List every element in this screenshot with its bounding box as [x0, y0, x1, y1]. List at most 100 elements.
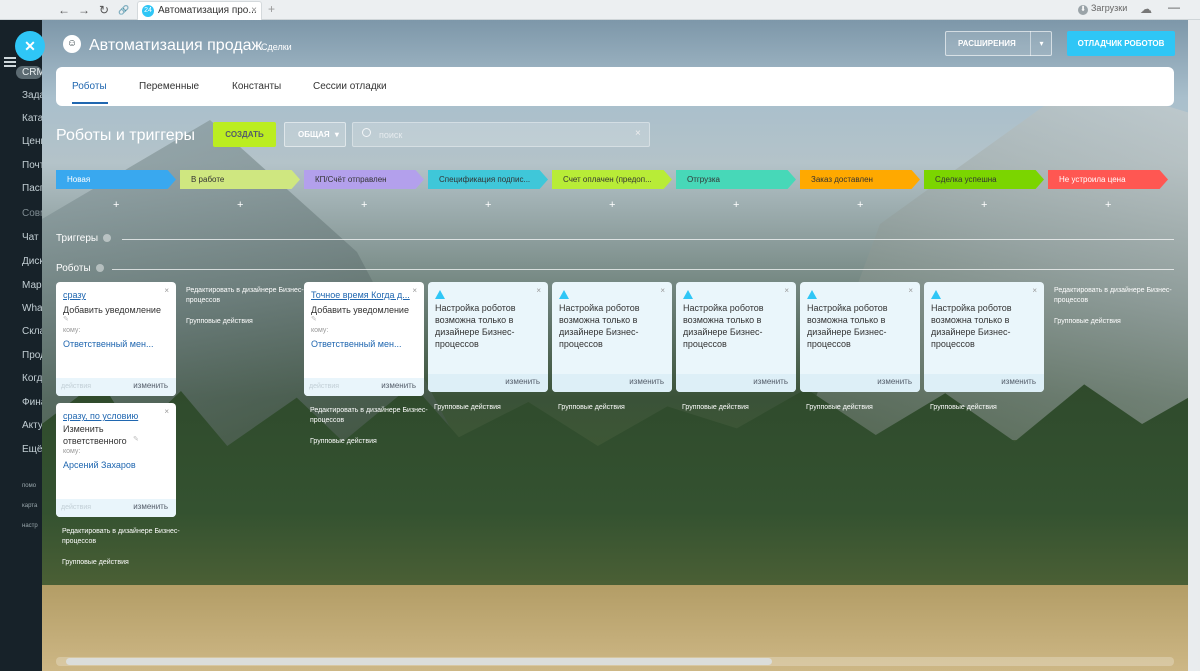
add-trigger-icon[interactable]: + [609, 199, 615, 211]
group-actions-link[interactable]: Групповые действия [1054, 317, 1174, 327]
stage-shipping: Отгрузка [676, 170, 796, 189]
robot-recipient[interactable]: Ответственный мен... [63, 339, 167, 349]
sidebar-item-tasks[interactable]: Зада [22, 90, 42, 101]
forward-icon[interactable]: → [76, 2, 92, 18]
edit-in-designer-link[interactable]: Редактировать в дизайнере Бизнес-процесс… [186, 286, 306, 306]
sidebar-item-chat[interactable]: Чат и [22, 232, 42, 243]
add-trigger-icon[interactable]: + [237, 199, 243, 211]
robot-recipient[interactable]: Арсений Захаров [63, 460, 167, 470]
robot-recipient[interactable]: Ответственный мен... [311, 339, 415, 349]
extensions-dropdown-icon[interactable]: ▾ [1030, 31, 1052, 56]
close-icon[interactable]: × [536, 286, 541, 295]
sidebar-item-disk[interactable]: Диск [22, 256, 42, 267]
sidebar-item-settings[interactable]: настр [22, 523, 42, 529]
sidebar-item-passport[interactable]: Пасп [22, 183, 42, 194]
robot-edit-link[interactable]: изменить [877, 377, 912, 386]
add-trigger-icon[interactable]: + [857, 199, 863, 211]
vertical-scrollbar[interactable] [1188, 20, 1200, 671]
menu-burger-icon[interactable] [4, 57, 16, 67]
search-input[interactable] [379, 127, 619, 142]
robot-actions-label: действия [309, 383, 340, 390]
edit-in-designer-link[interactable]: Редактировать в дизайнере Бизнес-процесс… [310, 406, 430, 426]
pencil-icon[interactable]: ✎ [133, 435, 139, 443]
group-actions-link[interactable]: Групповые действия [310, 437, 430, 447]
group-actions-link[interactable]: Групповые действия [62, 558, 182, 568]
horizontal-scrollbar[interactable] [56, 657, 1174, 666]
tab-close-icon[interactable]: × [251, 2, 257, 20]
tab-variables[interactable]: Переменные [139, 81, 199, 92]
sidebar-item-whatsapp[interactable]: Wha [22, 303, 42, 314]
robot-edit-link[interactable]: изменить [753, 377, 788, 386]
sidebar-item-map[interactable]: карта [22, 503, 42, 509]
tab-debug-sessions[interactable]: Сессии отладки [313, 81, 387, 92]
robot-condition-link[interactable]: сразу [63, 290, 167, 300]
tab-robots[interactable]: Роботы [72, 81, 107, 92]
cloud-icon[interactable]: ☁ [1140, 2, 1152, 16]
minimize-button[interactable]: — [1168, 0, 1180, 14]
downloads-button[interactable]: ⬇ Загрузки [1078, 3, 1127, 15]
sidebar-item-mail[interactable]: Почт [22, 160, 42, 171]
sidebar-item-crm[interactable]: CRM [16, 66, 42, 79]
link-icon[interactable]: 🔗 [116, 2, 132, 18]
close-icon[interactable]: × [784, 286, 789, 295]
robots-heading: Роботы [56, 263, 104, 274]
sidebar-item-warehouse[interactable]: Скла [22, 326, 42, 337]
pencil-icon[interactable]: ✎ [311, 315, 317, 323]
tab-constants[interactable]: Константы [232, 81, 281, 92]
robot-edit-link[interactable]: изменить [381, 381, 416, 390]
add-trigger-icon[interactable]: + [733, 199, 739, 211]
group-actions-link[interactable]: Групповые действия [558, 403, 678, 413]
help-icon[interactable] [103, 234, 112, 243]
create-button[interactable]: СОЗДАТЬ [213, 122, 276, 147]
robot-debugger-button[interactable]: ОТЛАДЧИК РОБОТОВ [1067, 31, 1175, 56]
sidebar-item-sales[interactable]: Прод [22, 350, 42, 361]
group-actions-link[interactable]: Групповые действия [930, 403, 1050, 413]
group-actions-link[interactable]: Групповые действия [682, 403, 802, 413]
browser-tab[interactable]: 24 Автоматизация про... × [137, 1, 262, 20]
robot-edit-link[interactable]: изменить [505, 377, 540, 386]
add-trigger-icon[interactable]: + [361, 199, 367, 211]
add-trigger-icon[interactable]: + [485, 199, 491, 211]
sidebar-item-help[interactable]: помо [22, 483, 42, 489]
sidebar-item-marketing[interactable]: Мар [22, 280, 42, 291]
add-trigger-icon[interactable]: + [113, 199, 119, 211]
edit-in-designer-link[interactable]: Редактировать в дизайнере Бизнес-процесс… [1054, 286, 1174, 306]
robot-condition-link[interactable]: сразу, по условию [63, 411, 167, 421]
close-slider-button[interactable]: ✕ [15, 31, 45, 61]
group-actions-link[interactable]: Групповые действия [806, 403, 926, 413]
close-icon[interactable]: × [1032, 286, 1037, 295]
close-icon[interactable]: × [660, 286, 665, 295]
sidebar-item-catalog[interactable]: Ката [22, 113, 42, 124]
sidebar-item-more[interactable]: Ещё [22, 444, 42, 455]
reload-icon[interactable]: ↻ [96, 2, 112, 18]
bitrix24-favicon-icon: 24 [142, 5, 154, 17]
sidebar-item-joint[interactable]: Совм [22, 208, 42, 219]
clear-search-icon[interactable]: × [635, 128, 641, 139]
sidebar-item-finance[interactable]: Фина [22, 397, 42, 408]
help-icon[interactable] [95, 264, 104, 273]
add-trigger-icon[interactable]: + [981, 199, 987, 211]
robot-edit-link[interactable]: изменить [133, 381, 168, 390]
group-actions-link[interactable]: Групповые действия [186, 317, 306, 327]
sidebar-item-prices[interactable]: Цени [22, 136, 42, 147]
scrollbar-thumb[interactable] [66, 658, 772, 665]
robot-card[interactable]: × Точное время Когда д... Добавить уведо… [304, 282, 424, 396]
robot-card[interactable]: × сразу, по условию Изменить ответственн… [56, 403, 176, 517]
pencil-icon[interactable]: ✎ [63, 315, 69, 323]
stage-new: Новая [56, 170, 176, 189]
robot-edit-link[interactable]: изменить [629, 377, 664, 386]
new-tab-button[interactable]: + [268, 2, 275, 16]
robot-edit-link[interactable]: изменить [133, 502, 168, 511]
edit-in-designer-link[interactable]: Редактировать в дизайнере Бизнес-процесс… [62, 527, 182, 547]
add-trigger-icon[interactable]: + [1105, 199, 1111, 211]
robot-edit-link[interactable]: изменить [1001, 377, 1036, 386]
robot-condition-link[interactable]: Точное время Когда д... [311, 290, 415, 300]
sidebar-item-when[interactable]: Когд [22, 373, 42, 384]
sidebar-item-actual[interactable]: Акту [22, 420, 42, 431]
back-icon[interactable]: ← [56, 2, 72, 18]
pipeline-filter-label: ОБЩАЯ [298, 130, 330, 139]
robot-card[interactable]: × сразу Добавить уведомление ✎ кому: Отв… [56, 282, 176, 396]
pipeline-filter-button[interactable]: ОБЩАЯ ▾ [284, 122, 346, 147]
close-icon[interactable]: × [908, 286, 913, 295]
group-actions-link[interactable]: Групповые действия [434, 403, 554, 413]
